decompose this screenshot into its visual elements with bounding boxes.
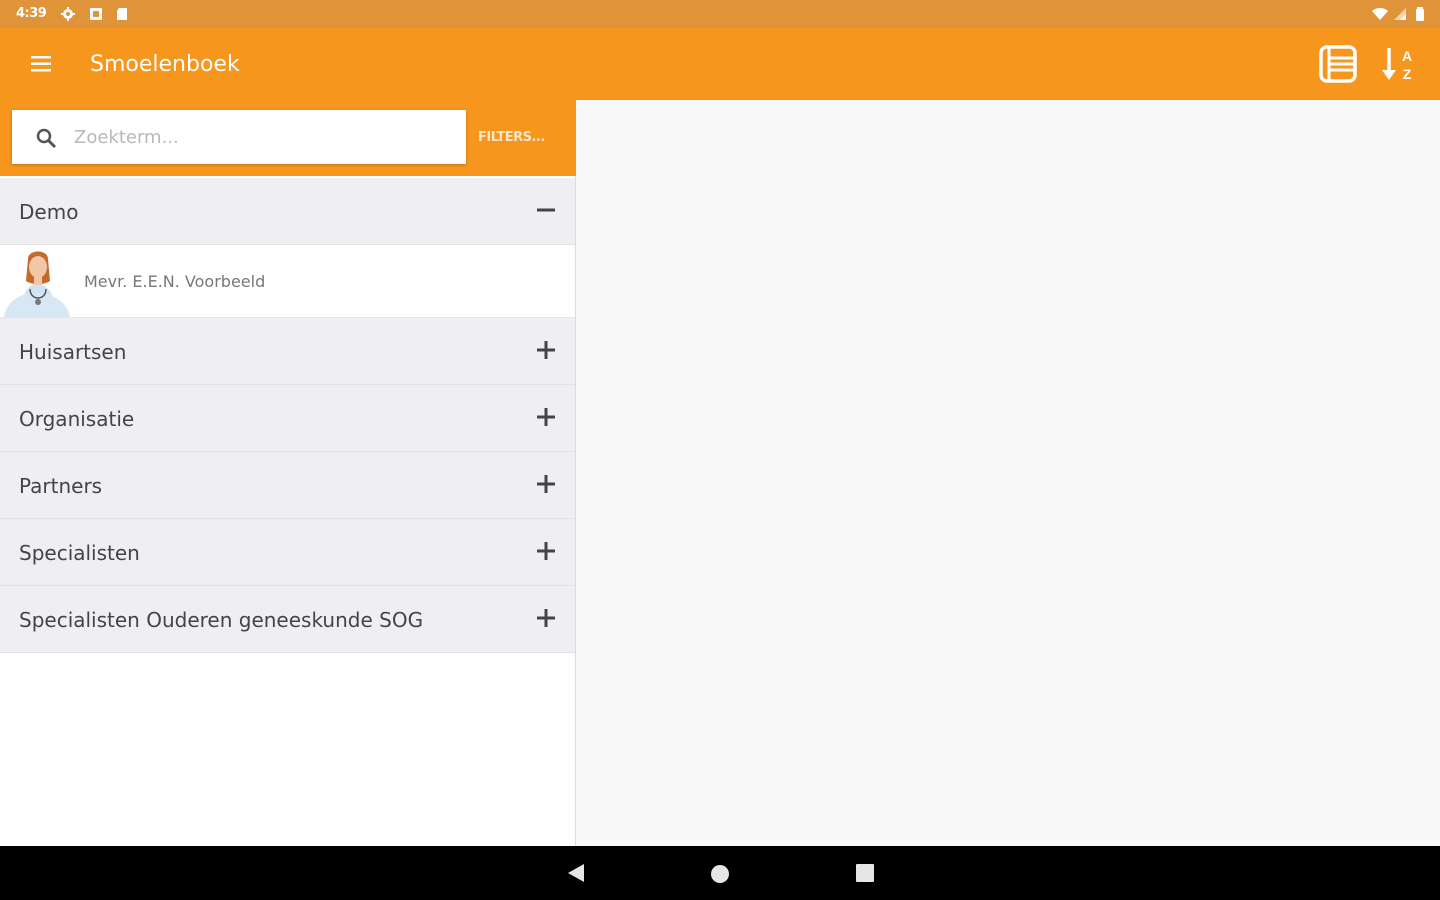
battery-icon [1416, 7, 1424, 21]
expand-icon[interactable] [536, 474, 556, 494]
filters-button[interactable]: FILTERS... [478, 130, 545, 145]
group-label: Specialisten [19, 541, 140, 565]
expand-icon[interactable] [536, 608, 556, 628]
navigation-bar [0, 846, 1440, 900]
group-header-partners[interactable]: Partners [0, 452, 575, 519]
group-label: Partners [19, 474, 103, 498]
directory-panel: FILTERS... Demo Mevr. E.E.N. Voorbeeld [0, 100, 576, 846]
signal-icon [1394, 8, 1406, 20]
group-header-organisatie[interactable]: Organisatie [0, 385, 575, 452]
sort-letter-bottom: Z [1403, 66, 1412, 82]
expand-icon[interactable] [536, 340, 556, 360]
recents-icon[interactable] [856, 864, 874, 882]
settings-icon [61, 7, 75, 21]
detail-pane [577, 100, 1440, 846]
group-label: Demo [19, 200, 79, 224]
search-icon [36, 128, 57, 149]
search-box[interactable] [12, 110, 466, 164]
group-header-specialisten[interactable]: Specialisten [0, 519, 575, 586]
sort-az-icon[interactable]: A Z [1380, 44, 1420, 84]
list-view-icon[interactable] [1318, 44, 1358, 84]
group-label: Organisatie [19, 407, 135, 431]
person-row[interactable]: Mevr. E.E.N. Voorbeeld [0, 245, 575, 318]
app-bar: Smoelenboek A Z [0, 28, 1440, 100]
search-input[interactable] [74, 118, 454, 156]
expand-icon[interactable] [536, 541, 556, 561]
collapse-icon[interactable] [536, 200, 556, 220]
group-label: Specialisten Ouderen geneeskunde SOG [19, 608, 424, 632]
hamburger-menu-icon[interactable] [26, 50, 56, 78]
app-title: Smoelenboek [90, 52, 240, 77]
sd-card-icon [117, 8, 127, 20]
status-time: 4:39 [16, 6, 47, 21]
sort-letter-top: A [1402, 48, 1412, 64]
group-header-demo[interactable]: Demo [0, 178, 575, 245]
group-label: Huisartsen [19, 340, 127, 364]
search-bar: FILTERS... [0, 100, 576, 176]
home-icon[interactable] [710, 864, 730, 884]
person-name: Mevr. E.E.N. Voorbeeld [84, 272, 266, 291]
avatar [0, 245, 74, 317]
back-icon[interactable] [566, 862, 586, 884]
group-list: Demo Mevr. E.E.N. Voorbeeld Huisartsen O… [0, 178, 575, 653]
status-bar: 4:39 [0, 0, 1440, 28]
wifi-icon [1372, 8, 1388, 20]
group-header-huisartsen[interactable]: Huisartsen [0, 318, 575, 385]
group-header-specialisten-sog[interactable]: Specialisten Ouderen geneeskunde SOG [0, 586, 575, 653]
notification-icon [90, 8, 102, 20]
expand-icon[interactable] [536, 407, 556, 427]
